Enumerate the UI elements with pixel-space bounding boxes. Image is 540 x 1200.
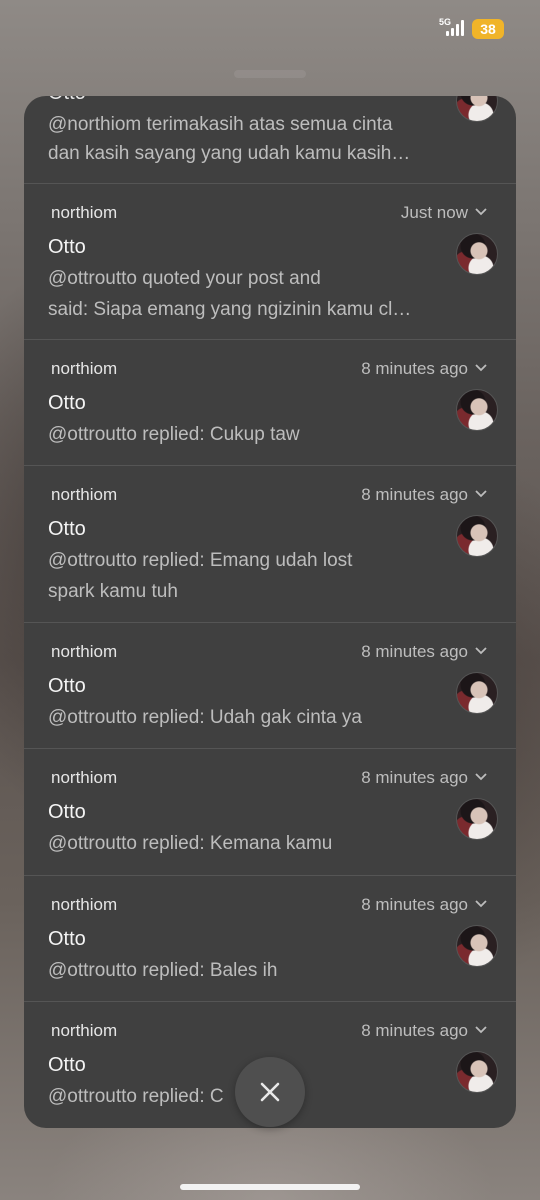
notification-panel: Otto @northiom terimakasih atas semua ci… [24,96,516,1128]
avatar [456,925,498,967]
status-bar: 5G 38 [0,0,540,56]
chevron-down-icon[interactable] [473,643,489,659]
notification-message: @ottroutto replied: Kemana kamu [48,833,333,854]
app-name: northiom [51,359,118,378]
notification-title: Otto [48,928,86,950]
notification-title: Otto [48,236,86,258]
notification-message: @ottroutto replied: Emang udah lost spar… [48,550,353,602]
notification-message: @ottroutto replied: Bales ih [48,960,278,981]
chevron-down-icon[interactable] [473,896,489,912]
notification-title: Otto [48,96,86,105]
timestamp: 8 minutes ago [361,1021,468,1040]
chevron-down-icon[interactable] [473,1022,489,1038]
app-name: northiom [51,485,118,504]
notification-title: Otto [48,675,86,697]
close-icon [260,1082,280,1102]
notification-item[interactable]: northiom Just now Otto @ottroutto quoted… [24,183,516,340]
notification-item[interactable]: northiom 8 minutes ago Otto @ottroutto r… [24,465,516,623]
timestamp: 8 minutes ago [361,485,468,504]
notification-item[interactable]: northiom 8 minutes ago Otto @ottroutto r… [24,875,516,1002]
avatar [456,672,498,714]
avatar [456,389,498,431]
home-indicator[interactable] [180,1184,360,1190]
chevron-down-icon[interactable] [473,769,489,785]
app-name: northiom [51,642,118,661]
notification-item[interactable]: northiom 8 minutes ago Otto @ottroutto r… [24,748,516,876]
notification-item[interactable]: northiom 8 minutes ago Otto @ottroutto r… [24,339,516,466]
chevron-down-icon[interactable] [473,360,489,376]
avatar [456,96,498,122]
notification-message: @northiom terimakasih atas semua cinta d… [48,114,411,164]
app-name: northiom [51,768,118,787]
avatar [456,798,498,840]
app-name: northiom [51,895,118,914]
timestamp: 8 minutes ago [361,359,468,378]
pull-handle[interactable] [234,70,306,78]
timestamp: 8 minutes ago [361,895,468,914]
notification-title: Otto [48,801,86,823]
avatar [456,515,498,557]
avatar [456,1051,498,1093]
battery-icon: 38 [472,19,504,39]
notification-partial[interactable]: Otto @northiom terimakasih atas semua ci… [24,96,516,184]
timestamp: Just now [400,203,468,222]
notification-title: Otto [48,518,86,540]
close-all-button[interactable] [235,1057,305,1127]
notification-title: Otto [48,392,86,414]
avatar [456,233,498,275]
timestamp: 8 minutes ago [361,768,468,787]
notification-message: @ottroutto replied: Udah gak cinta ya [48,707,362,728]
signal-icon [446,20,464,36]
notification-message: @ottroutto replied: Cukup taw [48,424,300,445]
notification-message: @ottroutto quoted your post and said: Si… [48,268,412,320]
timestamp: 8 minutes ago [361,642,468,661]
notification-item[interactable]: northiom 8 minutes ago Otto @ottroutto r… [24,622,516,749]
chevron-down-icon[interactable] [473,486,489,502]
notification-title: Otto [48,1054,86,1076]
app-name: northiom [51,1021,118,1040]
app-name: northiom [51,203,118,222]
chevron-down-icon[interactable] [473,204,489,220]
